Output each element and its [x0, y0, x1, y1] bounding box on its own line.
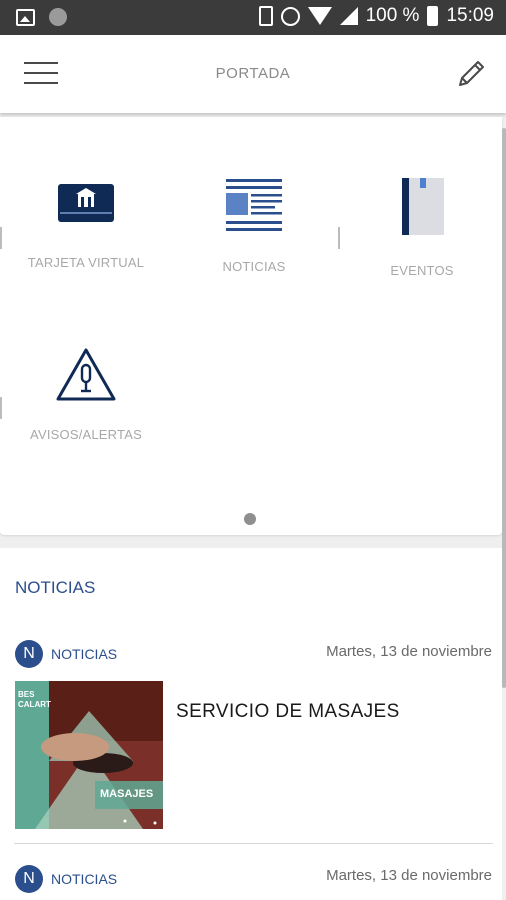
page-title: PORTADA: [215, 65, 291, 82]
category-badge: N: [15, 640, 43, 668]
menu-icon-bar: [24, 62, 58, 64]
item-separator: [14, 843, 493, 844]
item-date: Martes, 13 de noviembre: [326, 867, 492, 884]
item-date: Martes, 13 de noviembre: [326, 643, 492, 660]
edit-button[interactable]: [454, 57, 488, 91]
thumb-text: BES: [18, 690, 35, 699]
battery-icon: [427, 6, 439, 26]
alert-icon: [56, 348, 116, 401]
tile-tarjeta-virtual[interactable]: TARJETA VIRTUAL: [2, 181, 170, 270]
app-notification-icon: [49, 8, 67, 26]
clock: 15:09: [446, 5, 494, 26]
thumb-text: CALART: [18, 700, 51, 709]
wifi-icon: [307, 7, 332, 25]
category-label: NOTICIAS: [51, 871, 118, 887]
status-bar: 100 % 15:09: [0, 0, 506, 35]
shortcuts-panel: TARJETA VIRTUAL NOTICIAS EVENTOS AVISOS/…: [0, 117, 502, 535]
battery-percent: 100 %: [365, 5, 420, 26]
tile-label: AVISOS/ALERTAS: [30, 427, 142, 442]
tile-label: EVENTOS: [390, 263, 454, 278]
alarm-icon: [280, 6, 300, 26]
news-thumbnail[interactable]: BES CALART MASAJES: [15, 681, 163, 829]
pencil-icon: [459, 61, 484, 86]
category-badge: N: [15, 865, 43, 893]
scrollbar[interactable]: [502, 128, 506, 688]
tile-avisos-alertas[interactable]: AVISOS/ALERTAS: [2, 347, 170, 442]
news-section: NOTICIAS N NOTICIAS Martes, 13 de noviem…: [0, 548, 502, 900]
menu-icon-bar: [24, 82, 58, 84]
news-icon: [226, 179, 282, 231]
tile-label: TARJETA VIRTUAL: [27, 255, 145, 270]
tile-label: NOTICIAS: [222, 259, 286, 274]
news-heading: NOTICIAS: [15, 578, 96, 597]
massage-photo-image: BES CALART MASAJES: [15, 681, 163, 829]
app-bar: PORTADA: [0, 35, 506, 113]
events-book-icon: [402, 178, 444, 235]
news-item-title[interactable]: SERVICIO DE MASAJES: [176, 701, 400, 723]
tile-noticias[interactable]: NOTICIAS: [170, 177, 338, 274]
gallery-notification-icon: [16, 8, 35, 26]
tile-eventos[interactable]: EVENTOS: [338, 177, 506, 278]
vibrate-icon: [258, 6, 273, 26]
thumb-text: MASAJES: [100, 788, 153, 800]
category-label: NOTICIAS: [51, 646, 118, 662]
pager-dot[interactable]: [244, 513, 256, 525]
virtual-card-icon: [58, 184, 114, 222]
signal-icon: [339, 7, 358, 25]
